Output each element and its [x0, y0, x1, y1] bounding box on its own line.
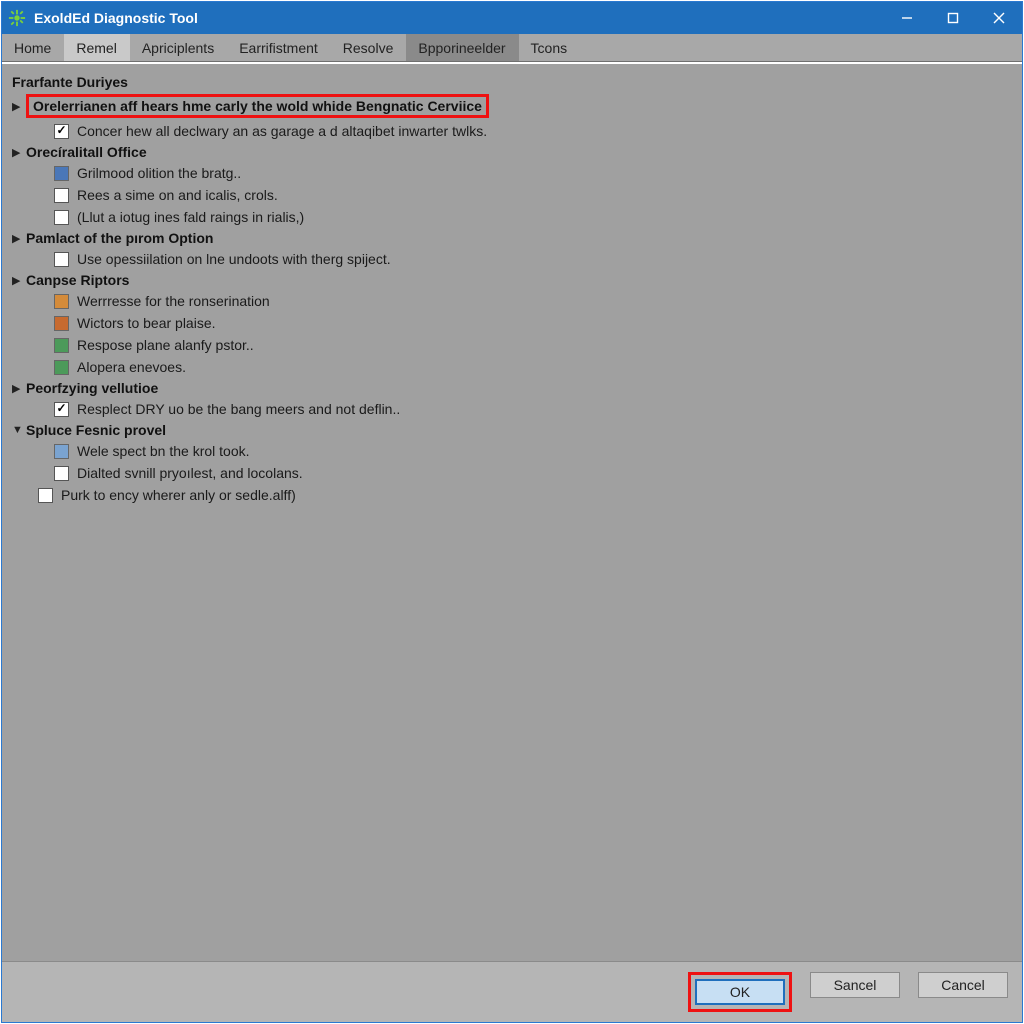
tab-home[interactable]: Home — [2, 34, 64, 61]
option-row[interactable]: Use opessiilation on lne undoots with th… — [10, 248, 1014, 270]
caret-icon: ▶ — [12, 382, 26, 395]
group-row-3[interactable]: ▶ Canpse Riptors — [10, 270, 1014, 290]
checkbox-icon[interactable] — [54, 124, 69, 139]
option-row-standalone[interactable]: Purk to ency wherer anly or sedle.alff) — [10, 484, 1014, 506]
checkbox-icon[interactable] — [54, 252, 69, 267]
group-title: Spluce Fesnic provel — [26, 422, 166, 438]
option-row[interactable]: Dialted svnill pryoılest, and locolans. — [10, 462, 1014, 484]
item-icon — [54, 338, 69, 353]
option-label: Wele spect bn the krol took. — [77, 443, 250, 459]
option-label: Purk to ency wherer anly or sedle.alff) — [61, 487, 296, 503]
maximize-button[interactable] — [930, 2, 976, 34]
close-button[interactable] — [976, 2, 1022, 34]
checkbox-icon[interactable] — [54, 210, 69, 225]
main-window: ExoldEd Diagnostic Tool Home Remel Apric… — [1, 1, 1023, 1023]
option-row[interactable]: Respose plane alanfy pstor.. — [10, 334, 1014, 356]
app-icon — [8, 9, 26, 27]
group-title: Peorfzying vellutioe — [26, 380, 158, 396]
option-label: Wictors to bear plaise. — [77, 315, 216, 331]
caret-icon: ▶ — [12, 100, 26, 113]
option-row[interactable]: Wele spect bn the krol took. — [10, 440, 1014, 462]
tab-bar: Home Remel Apriciplents Earrifistment Re… — [2, 34, 1022, 62]
option-label: Dialted svnill pryoılest, and locolans. — [77, 465, 303, 481]
option-row[interactable]: Grilmood olition the bratg.. — [10, 162, 1014, 184]
tab-remel[interactable]: Remel — [64, 34, 129, 61]
option-row[interactable]: Rees a sime on and icalis, crols. — [10, 184, 1014, 206]
group-title: Orelerrianen aff hears hme carly the wol… — [33, 98, 482, 114]
option-label: Use opessiilation on lne undoots with th… — [77, 251, 391, 267]
group-title: Orecíralitall Office — [26, 144, 147, 160]
group-row-1[interactable]: ▶ Orecíralitall Office — [10, 142, 1014, 162]
group-row-0[interactable]: ▶ Orelerrianen aff hears hme carly the w… — [10, 92, 1014, 120]
group-row-2[interactable]: ▶ Pamlact of the pırom Option — [10, 228, 1014, 248]
option-label: Grilmood olition the bratg.. — [77, 165, 241, 181]
caret-icon: ▶ — [12, 232, 26, 245]
checkbox-icon[interactable] — [54, 402, 69, 417]
sancel-button[interactable]: Sancel — [810, 972, 900, 998]
tab-earrifistment[interactable]: Earrifistment — [227, 34, 331, 61]
cancel-button[interactable]: Cancel — [918, 972, 1008, 998]
minimize-button[interactable] — [884, 2, 930, 34]
ok-highlight: OK — [688, 972, 792, 1012]
ok-button[interactable]: OK — [695, 979, 785, 1005]
caret-icon: ▶ — [12, 146, 26, 159]
option-row[interactable]: Alopera enevoes. — [10, 356, 1014, 378]
window-controls — [884, 2, 1022, 34]
option-row[interactable]: Resplect DRY uo be the bang meers and no… — [10, 398, 1014, 420]
highlight-box: Orelerrianen aff hears hme carly the wol… — [26, 94, 489, 118]
group-row-5[interactable]: ▼ Spluce Fesnic provel — [10, 420, 1014, 440]
footer: OK Sancel Cancel — [2, 961, 1022, 1022]
item-icon — [54, 294, 69, 309]
option-label: (Llut a iotug ines fald raings in rialis… — [77, 209, 304, 225]
group-title: Pamlact of the pırom Option — [26, 230, 213, 246]
checkbox-icon[interactable] — [54, 188, 69, 203]
checkbox-icon[interactable] — [54, 466, 69, 481]
checkbox-icon[interactable] — [38, 488, 53, 503]
item-icon — [54, 166, 69, 181]
option-label: Alopera enevoes. — [77, 359, 186, 375]
option-label: Werrresse for the ronserination — [77, 293, 270, 309]
content-area: Frarfante Duriyes ▶ Orelerrianen aff hea… — [2, 64, 1022, 961]
window-title: ExoldEd Diagnostic Tool — [34, 10, 884, 26]
tab-apriciplents[interactable]: Apriciplents — [130, 34, 227, 61]
group-title: Canpse Riptors — [26, 272, 129, 288]
option-row[interactable]: Wictors to bear plaise. — [10, 312, 1014, 334]
option-label: Resplect DRY uo be the bang meers and no… — [77, 401, 400, 417]
group-row-4[interactable]: ▶ Peorfzying vellutioe — [10, 378, 1014, 398]
option-label: Respose plane alanfy pstor.. — [77, 337, 254, 353]
item-icon — [54, 360, 69, 375]
item-icon — [54, 444, 69, 459]
option-row[interactable]: Concer hew all declwary an as garage a d… — [10, 120, 1014, 142]
option-row[interactable]: Werrresse for the ronserination — [10, 290, 1014, 312]
tab-resolve[interactable]: Resolve — [331, 34, 407, 61]
section-header: Frarfante Duriyes — [12, 74, 1014, 90]
caret-icon: ▶ — [12, 274, 26, 287]
titlebar: ExoldEd Diagnostic Tool — [2, 2, 1022, 34]
option-row[interactable]: (Llut a iotug ines fald raings in rialis… — [10, 206, 1014, 228]
caret-icon: ▼ — [12, 424, 26, 436]
option-label: Rees a sime on and icalis, crols. — [77, 187, 278, 203]
tab-tcons[interactable]: Tcons — [519, 34, 581, 61]
item-icon — [54, 316, 69, 331]
option-label: Concer hew all declwary an as garage a d… — [77, 123, 487, 139]
tab-bpporineelder[interactable]: Bpporineelder — [406, 34, 518, 61]
